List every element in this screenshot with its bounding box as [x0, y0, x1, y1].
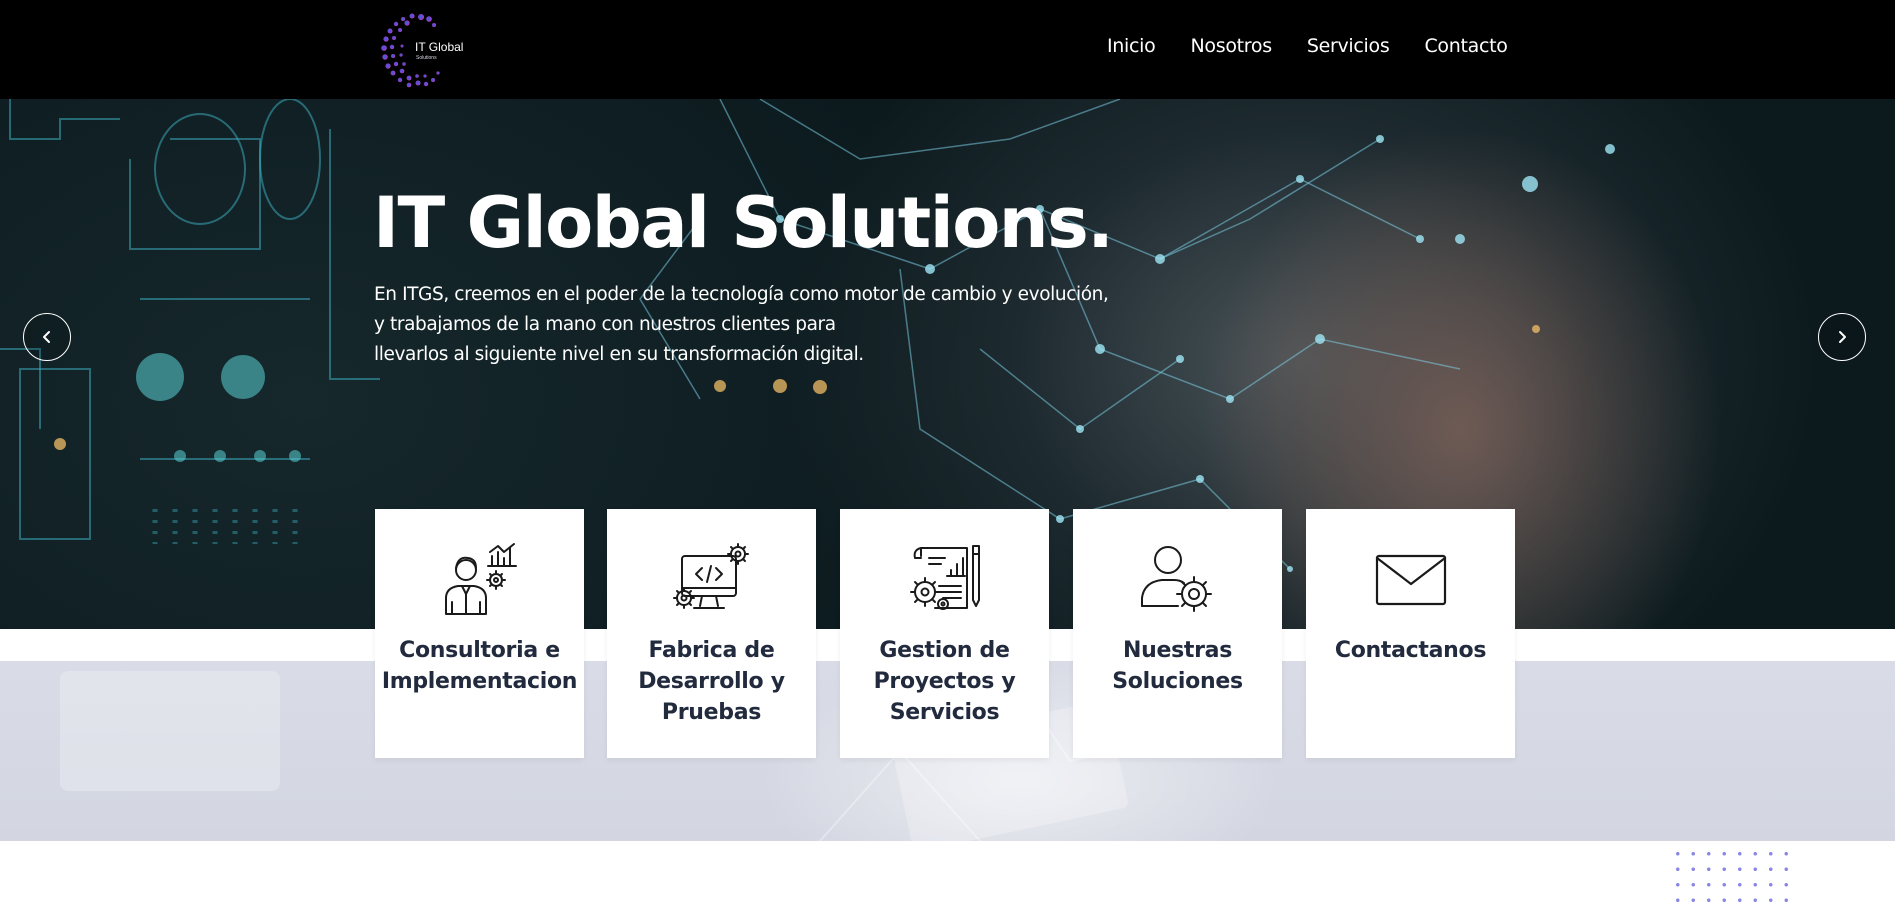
card-title-line: Gestion de: [879, 638, 1010, 663]
nav-item-nosotros[interactable]: Nosotros: [1190, 35, 1272, 57]
document-gears-icon: [909, 545, 980, 610]
service-card-consultoria[interactable]: Consultoria e Implementacion: [375, 509, 584, 758]
card-title-line: Implementacion: [381, 669, 578, 694]
card-title-line: Pruebas: [661, 700, 762, 725]
card-title-line: Soluciones: [1112, 669, 1243, 694]
service-card-title: Contactanos: [1306, 635, 1515, 666]
service-card-gestion[interactable]: Gestion de Proyectos y Servicios: [840, 509, 1049, 758]
user-gear-icon: [1140, 546, 1212, 612]
hero-title: IT Global Solutions.: [373, 182, 1114, 264]
top-navbar: IT Global Solutions Inicio Nosotros Serv…: [0, 0, 1895, 99]
hero-text-line: En ITGS, creemos en el poder de la tecno…: [374, 284, 1109, 305]
nav-item-servicios[interactable]: Servicios: [1307, 35, 1390, 57]
hero-text-line: llevarlos al siguiente nivel en su trans…: [374, 344, 864, 365]
card-title-line: Nuestras: [1123, 638, 1232, 663]
monitor-code-gears-icon: [672, 543, 749, 609]
slider-prev-button[interactable]: [23, 313, 71, 361]
service-card-title: Gestion de Proyectos y Servicios: [840, 635, 1049, 728]
nav-item-contacto[interactable]: Contacto: [1424, 35, 1507, 57]
main-nav: Inicio Nosotros Servicios Contacto: [1107, 35, 1508, 57]
service-card-fabrica[interactable]: Fabrica de Desarrollo y Pruebas: [607, 509, 816, 758]
nav-item-inicio[interactable]: Inicio: [1107, 35, 1156, 57]
envelope-icon: [1375, 554, 1446, 606]
chevron-right-icon: [1839, 331, 1846, 343]
logo-subtext: Solutions: [416, 55, 437, 61]
service-card-title: Fabrica de Desarrollo y Pruebas: [607, 635, 816, 728]
service-card-soluciones[interactable]: Nuestras Soluciones: [1073, 509, 1282, 758]
service-card-title: Nuestras Soluciones: [1073, 635, 1282, 697]
decorative-dots: [1670, 846, 1800, 910]
card-title-line: Contactanos: [1334, 638, 1487, 663]
card-title-line: Fabrica de: [648, 638, 775, 663]
card-title-line: Proyectos y: [873, 669, 1016, 694]
page: IT Global Solutions Inicio Nosotros Serv…: [0, 0, 1895, 910]
logo-text: IT Global: [415, 40, 464, 54]
consultant-chart-icon: [444, 543, 517, 615]
logo[interactable]: IT Global Solutions: [376, 10, 471, 90]
service-card-title: Consultoria e Implementacion: [375, 635, 584, 697]
chevron-left-icon: [43, 331, 50, 343]
card-title-line: Servicios: [889, 700, 1000, 725]
slider-next-button[interactable]: [1818, 313, 1866, 361]
hero-description: En ITGS, creemos en el poder de la tecno…: [374, 280, 1154, 370]
card-title-line: Consultoria e: [399, 638, 560, 663]
card-title-line: Desarrollo y: [638, 669, 785, 694]
service-card-contactanos[interactable]: Contactanos: [1306, 509, 1515, 758]
hero-text-line: y trabajamos de la mano con nuestros cli…: [374, 314, 836, 335]
